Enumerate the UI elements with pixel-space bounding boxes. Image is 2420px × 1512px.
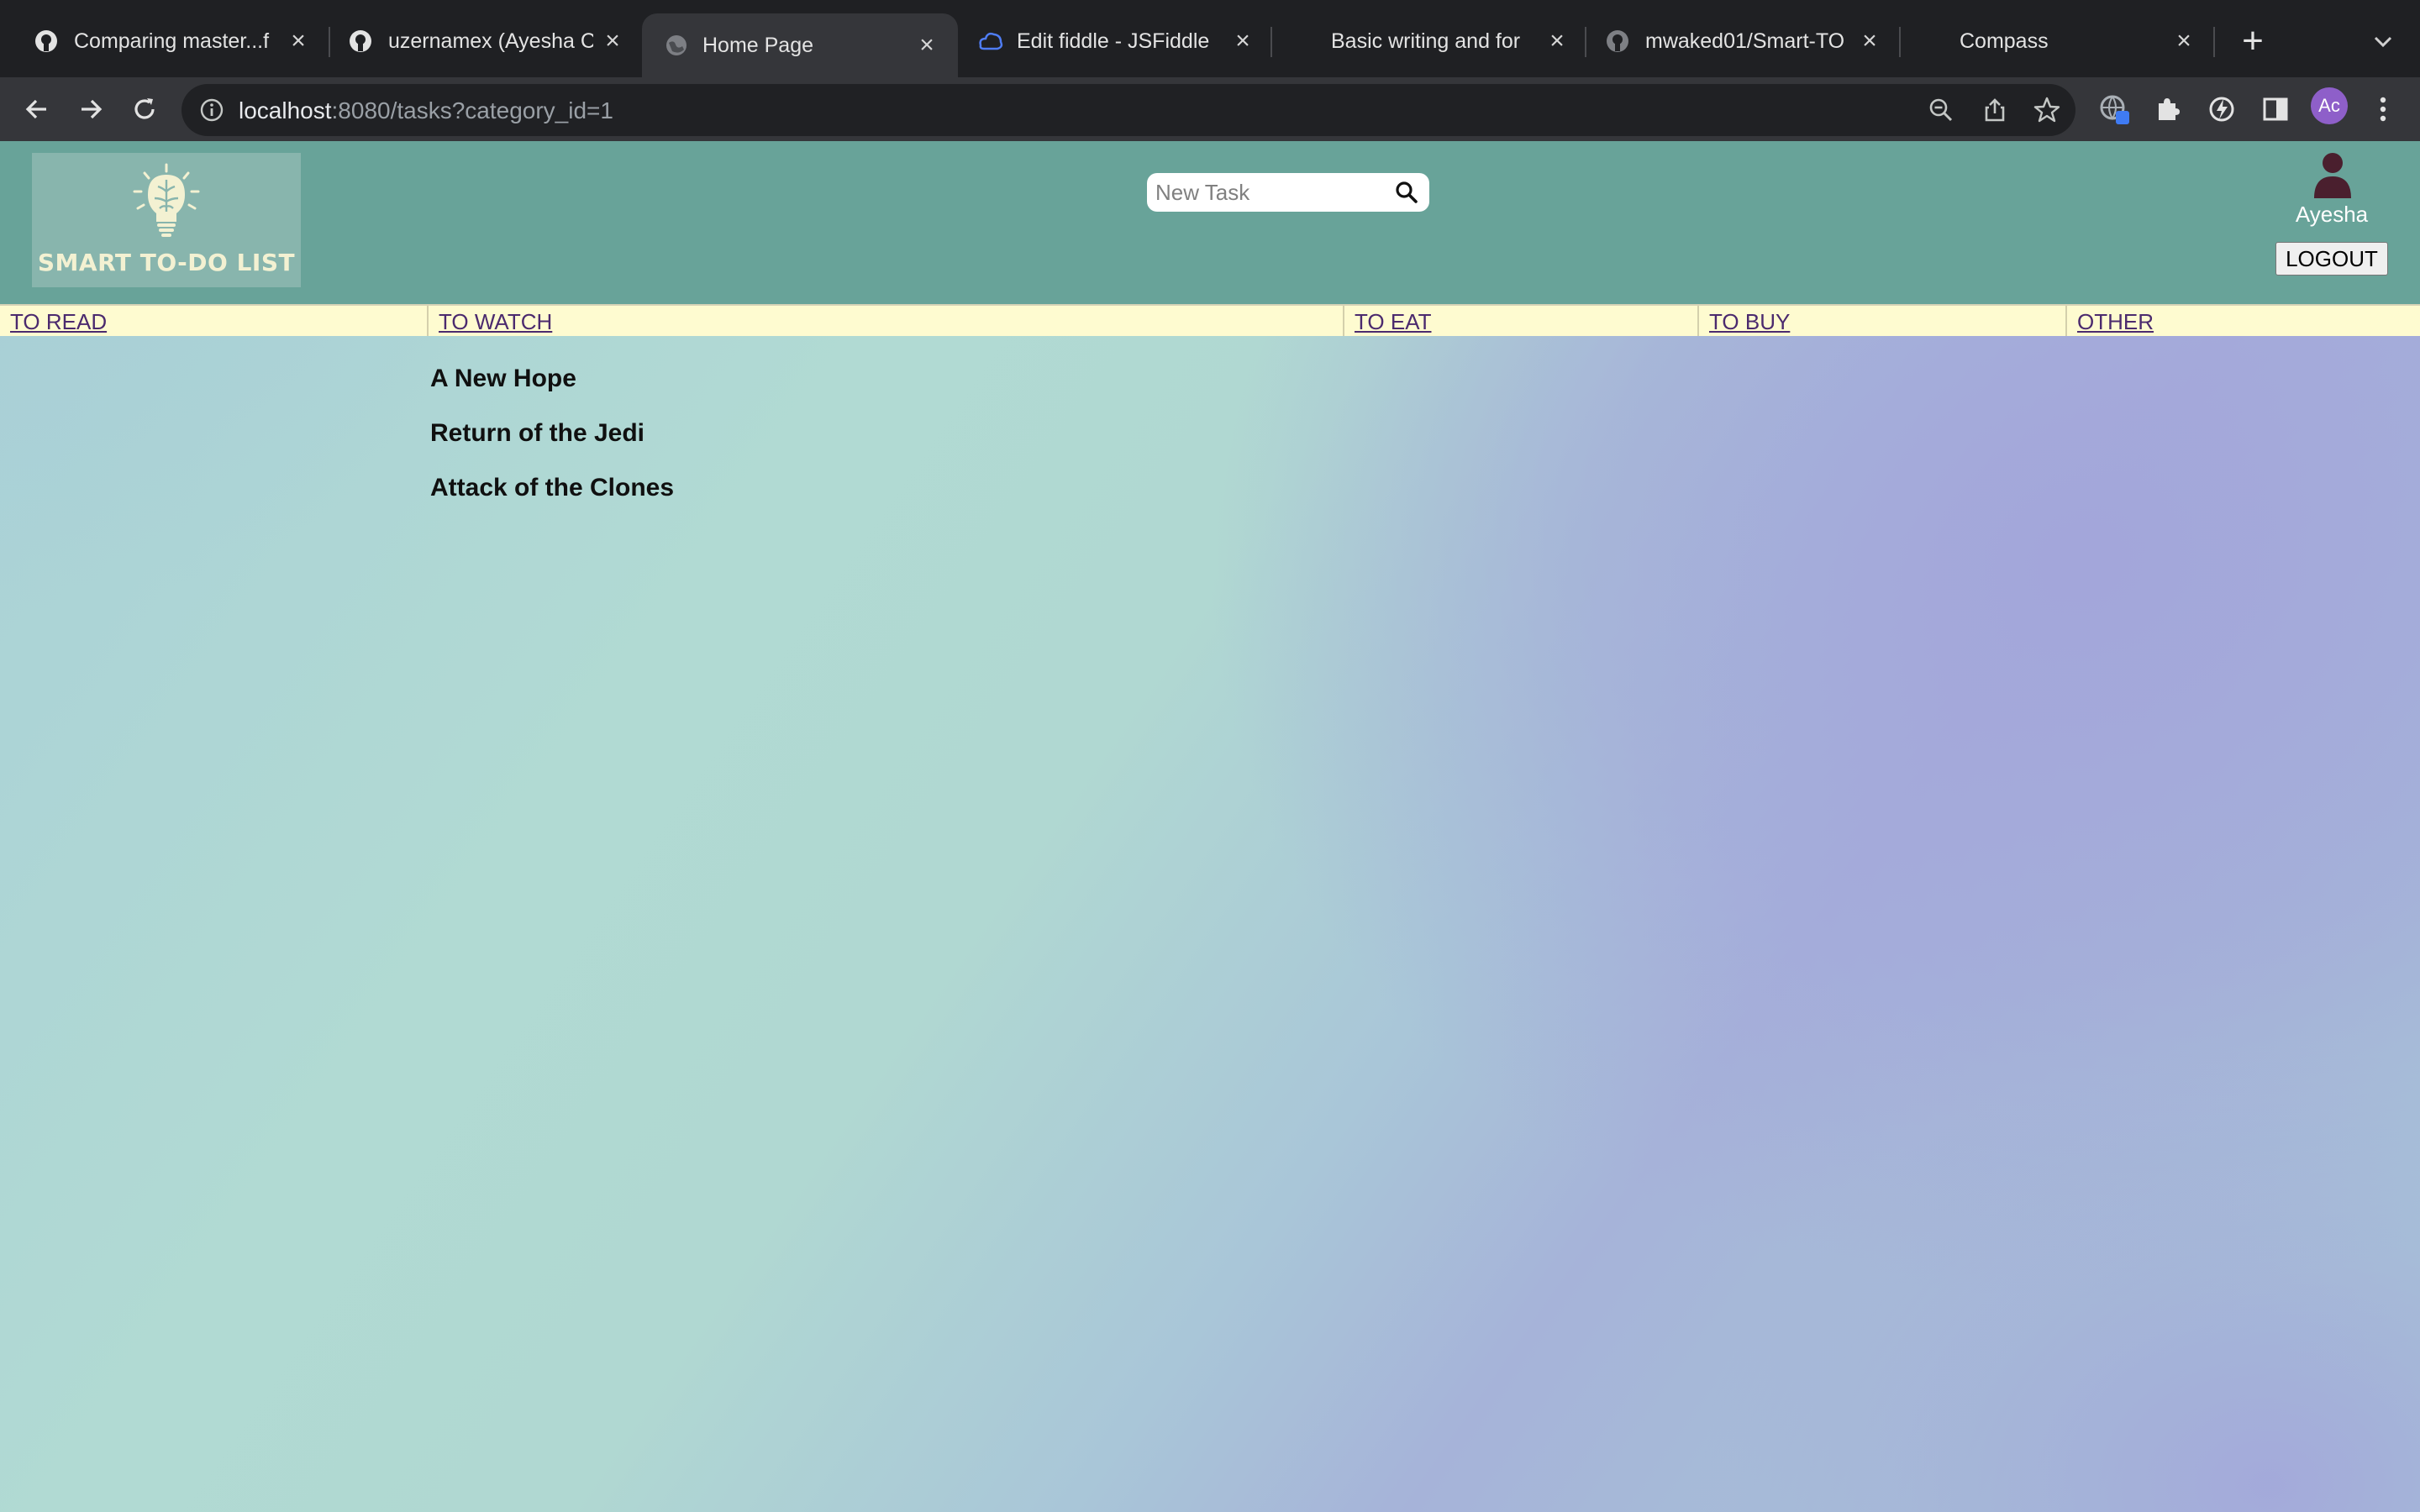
category-link[interactable]: OTHER xyxy=(2077,309,2154,335)
category-link[interactable]: TO WATCH xyxy=(439,309,552,335)
browser-tab[interactable]: Basic writing and for × xyxy=(1274,12,1588,71)
more-menu-icon[interactable] xyxy=(2363,89,2403,129)
category-tab-to-watch[interactable]: TO WATCH xyxy=(427,306,1343,336)
chevron-down-icon[interactable] xyxy=(2368,25,2398,59)
page-content: SMART TO-DO LIST Ayesha LOGOUT TO READ T… xyxy=(0,141,2420,1512)
address-bar[interactable]: localhost:8080/tasks?category_id=1 xyxy=(182,84,2075,136)
puzzle-piece-icon[interactable] xyxy=(2148,89,2188,129)
lightbulb-brain-icon xyxy=(133,163,200,237)
category-nav: TO READ TO WATCH TO EAT TO BUY OTHER xyxy=(0,304,2420,336)
info-icon[interactable] xyxy=(197,95,227,125)
browser-tab[interactable]: mwaked01/Smart-TO × xyxy=(1586,12,1901,71)
share-icon[interactable] xyxy=(1980,95,2010,125)
category-tab-to-eat[interactable]: TO EAT xyxy=(1343,306,1697,336)
task-item[interactable]: Attack of the Clones xyxy=(430,474,674,502)
new-task-input[interactable] xyxy=(1155,178,1382,207)
browser-tab-active[interactable]: Home Page × xyxy=(642,13,958,77)
new-tab-icon[interactable]: + xyxy=(2235,20,2270,62)
browser-tab-strip: Comparing master...f × uzernamex (Ayesha… xyxy=(0,0,2420,77)
reload-icon[interactable] xyxy=(124,89,165,129)
forward-arrow-icon[interactable] xyxy=(71,89,111,129)
new-task-search xyxy=(1147,173,1429,212)
task-item[interactable]: Return of the Jedi xyxy=(430,419,644,448)
tab-title: Home Page xyxy=(702,33,814,57)
app-logo[interactable]: SMART TO-DO LIST xyxy=(32,153,301,287)
category-link[interactable]: TO READ xyxy=(10,309,107,335)
username: Ayesha xyxy=(2295,202,2369,227)
lightning-extension-icon[interactable] xyxy=(2202,89,2242,129)
github-icon xyxy=(346,27,375,55)
category-link[interactable]: TO BUY xyxy=(1709,309,1790,335)
bookmark-star-icon[interactable] xyxy=(2032,95,2062,125)
url-host: localhost xyxy=(239,97,332,123)
browser-toolbar: localhost:8080/tasks?category_id=1 Ac xyxy=(0,77,2420,141)
category-link[interactable]: TO EAT xyxy=(1355,309,1432,335)
tab-separator xyxy=(2213,27,2215,57)
close-icon[interactable]: × xyxy=(914,31,939,60)
app-header: SMART TO-DO LIST Ayesha LOGOUT xyxy=(0,141,2420,304)
tab-title: uzernamex (Ayesha C xyxy=(388,29,593,53)
tab-title: mwaked01/Smart-TO xyxy=(1645,29,1845,53)
extension-globe-icon[interactable] xyxy=(2094,89,2134,129)
jsfiddle-icon xyxy=(976,27,1005,55)
task-item[interactable]: A New Hope xyxy=(430,365,576,393)
url-text: localhost:8080/tasks?category_id=1 xyxy=(239,97,613,124)
side-panel-icon[interactable] xyxy=(2255,89,2296,129)
close-icon[interactable]: × xyxy=(1544,27,1570,55)
close-icon[interactable]: × xyxy=(1857,27,1882,55)
logout-button[interactable]: LOGOUT xyxy=(2275,242,2388,276)
github-icon xyxy=(32,27,60,55)
browser-tab[interactable]: Comparing master...f × xyxy=(0,12,329,71)
globe-icon xyxy=(662,31,691,60)
category-tab-to-read[interactable]: TO READ xyxy=(0,306,427,336)
tab-separator xyxy=(1270,27,1272,57)
tab-title: Basic writing and for xyxy=(1331,29,1521,53)
user-profile[interactable]: Ayesha xyxy=(2286,151,2378,235)
back-arrow-icon[interactable] xyxy=(17,89,57,129)
search-icon[interactable] xyxy=(1394,180,1419,205)
browser-tab[interactable]: Compass × xyxy=(1901,12,2215,71)
tab-title: Edit fiddle - JSFiddle xyxy=(1017,29,1210,53)
url-path: :8080/tasks?category_id=1 xyxy=(331,97,613,123)
close-icon[interactable]: × xyxy=(286,27,311,55)
category-tab-other[interactable]: OTHER xyxy=(2065,306,2420,336)
user-icon xyxy=(2314,153,2351,198)
browser-tab[interactable]: Edit fiddle - JSFiddle × xyxy=(958,12,1274,71)
github-icon xyxy=(1603,27,1632,55)
tab-title: Compass xyxy=(1960,29,2049,53)
category-tab-to-buy[interactable]: TO BUY xyxy=(1697,306,2065,336)
close-icon[interactable]: × xyxy=(1230,27,1255,55)
browser-tab[interactable]: uzernamex (Ayesha C × xyxy=(314,12,644,71)
tab-title: Comparing master...f xyxy=(74,29,270,53)
logo-text: SMART TO-DO LIST xyxy=(37,249,296,276)
close-icon[interactable]: × xyxy=(600,27,625,55)
profile-avatar[interactable]: Ac xyxy=(2311,87,2348,124)
zoom-out-icon[interactable] xyxy=(1926,95,1956,125)
close-icon[interactable]: × xyxy=(2171,27,2196,55)
